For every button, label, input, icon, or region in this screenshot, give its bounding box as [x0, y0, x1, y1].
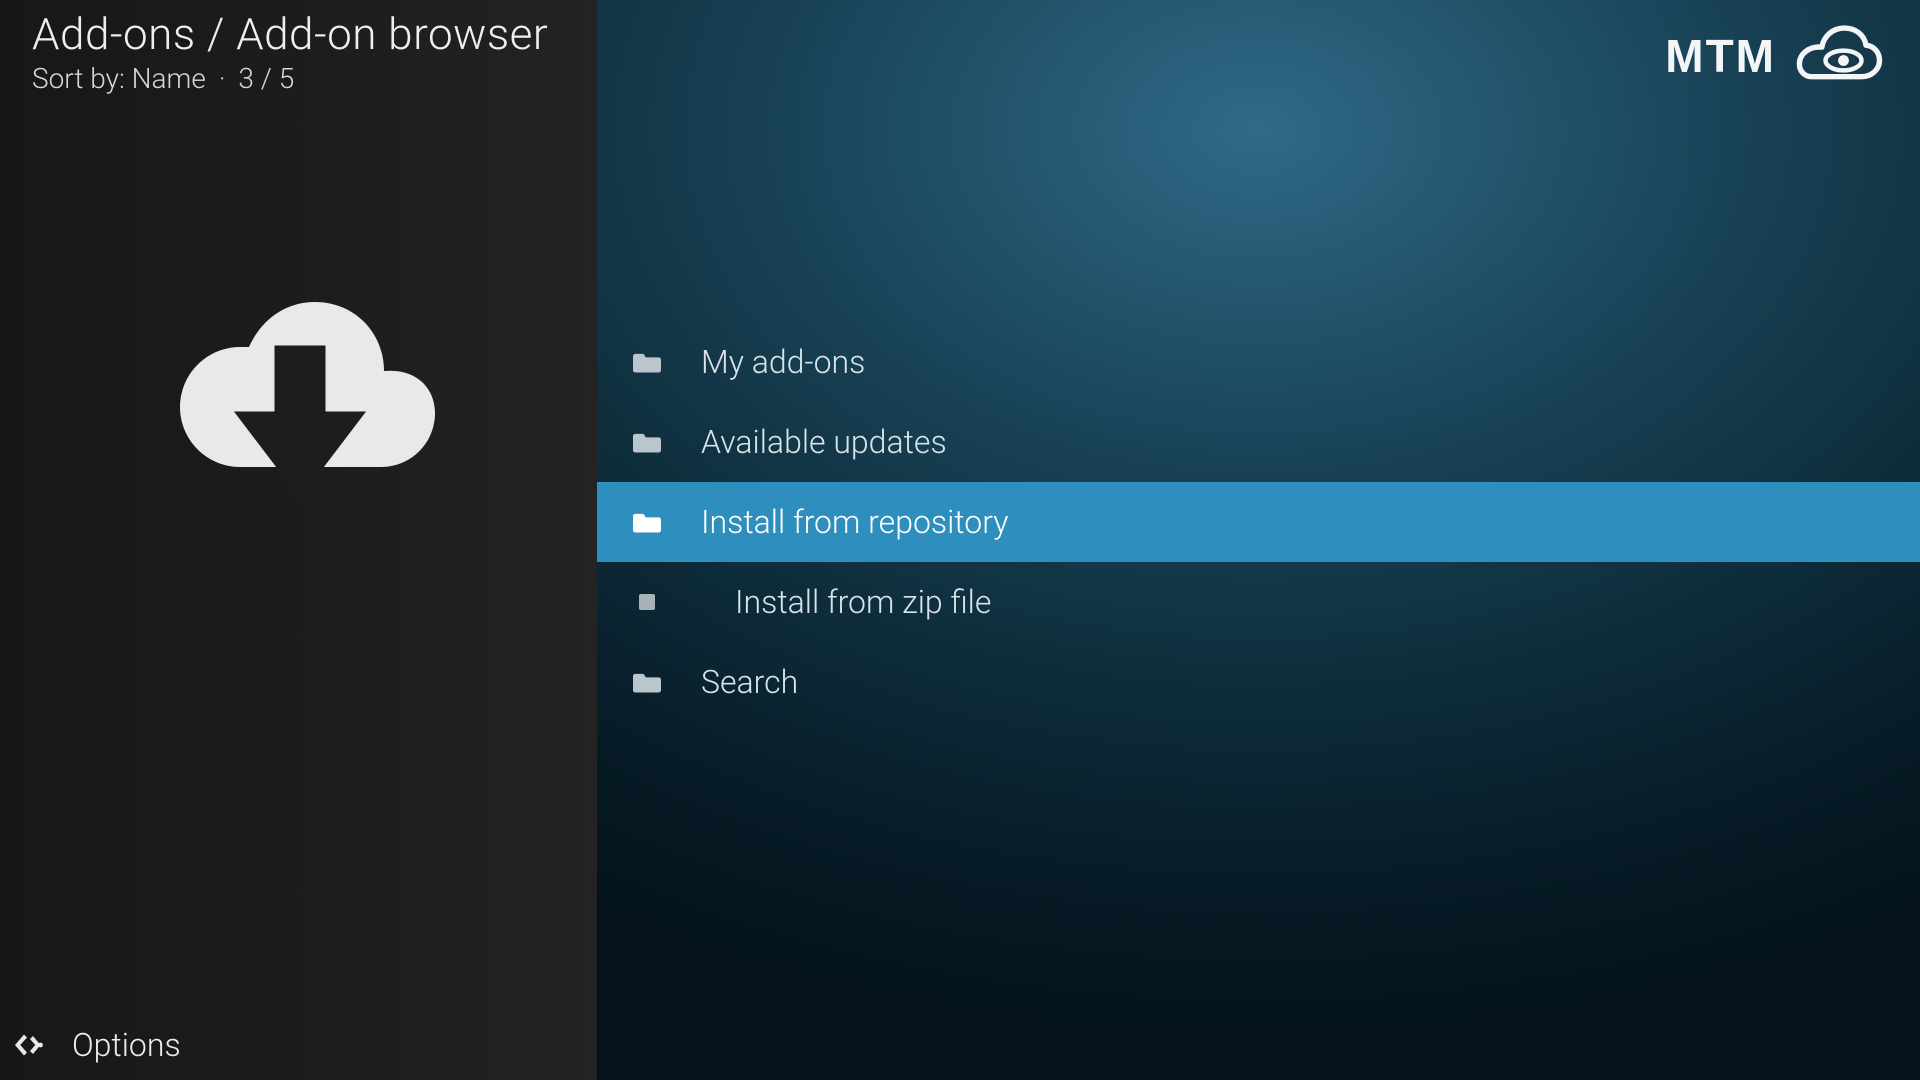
- options-label: Options: [72, 1026, 181, 1064]
- main-panel: MTM My add-ons Available up: [597, 0, 1920, 1080]
- watermark-text: MTM: [1665, 29, 1776, 83]
- list-item-label: Search: [701, 663, 798, 701]
- header: Add-ons / Add-on browser Sort by: Name ·…: [32, 8, 548, 95]
- list-item-available-updates[interactable]: Available updates: [597, 402, 1920, 482]
- folder-icon: [633, 511, 661, 533]
- sort-label: Sort by:: [32, 62, 125, 95]
- cloud-eye-icon: [1794, 24, 1884, 88]
- breadcrumb: Add-ons / Add-on browser: [32, 8, 548, 60]
- side-panel: Add-ons / Add-on browser Sort by: Name ·…: [0, 0, 597, 1080]
- options-icon: [12, 1027, 48, 1063]
- folder-icon: [633, 351, 661, 373]
- options-button[interactable]: Options: [12, 1026, 181, 1064]
- list-item-install-from-zip[interactable]: Install from zip file: [597, 562, 1920, 642]
- list-item-label: My add-ons: [701, 343, 865, 381]
- watermark: MTM: [1665, 24, 1884, 88]
- file-icon: [639, 594, 655, 610]
- app-root: Add-ons / Add-on browser Sort by: Name ·…: [0, 0, 1920, 1080]
- separator-dot: ·: [213, 62, 232, 95]
- addon-list: My add-ons Available updates Install fro…: [597, 322, 1920, 722]
- list-item-label: Available updates: [701, 423, 947, 461]
- list-item-label: Install from zip file: [735, 583, 991, 621]
- folder-icon: [633, 431, 661, 453]
- header-subtitle: Sort by: Name · 3 / 5: [32, 62, 548, 95]
- list-position: 3 / 5: [238, 62, 294, 95]
- list-item-my-addons[interactable]: My add-ons: [597, 322, 1920, 402]
- cloud-download-icon: [150, 245, 450, 545]
- list-item-install-from-repository[interactable]: Install from repository: [597, 482, 1920, 562]
- folder-icon: [633, 671, 661, 693]
- list-item-label: Install from repository: [701, 503, 1008, 541]
- sort-value: Name: [132, 62, 206, 95]
- list-item-search[interactable]: Search: [597, 642, 1920, 722]
